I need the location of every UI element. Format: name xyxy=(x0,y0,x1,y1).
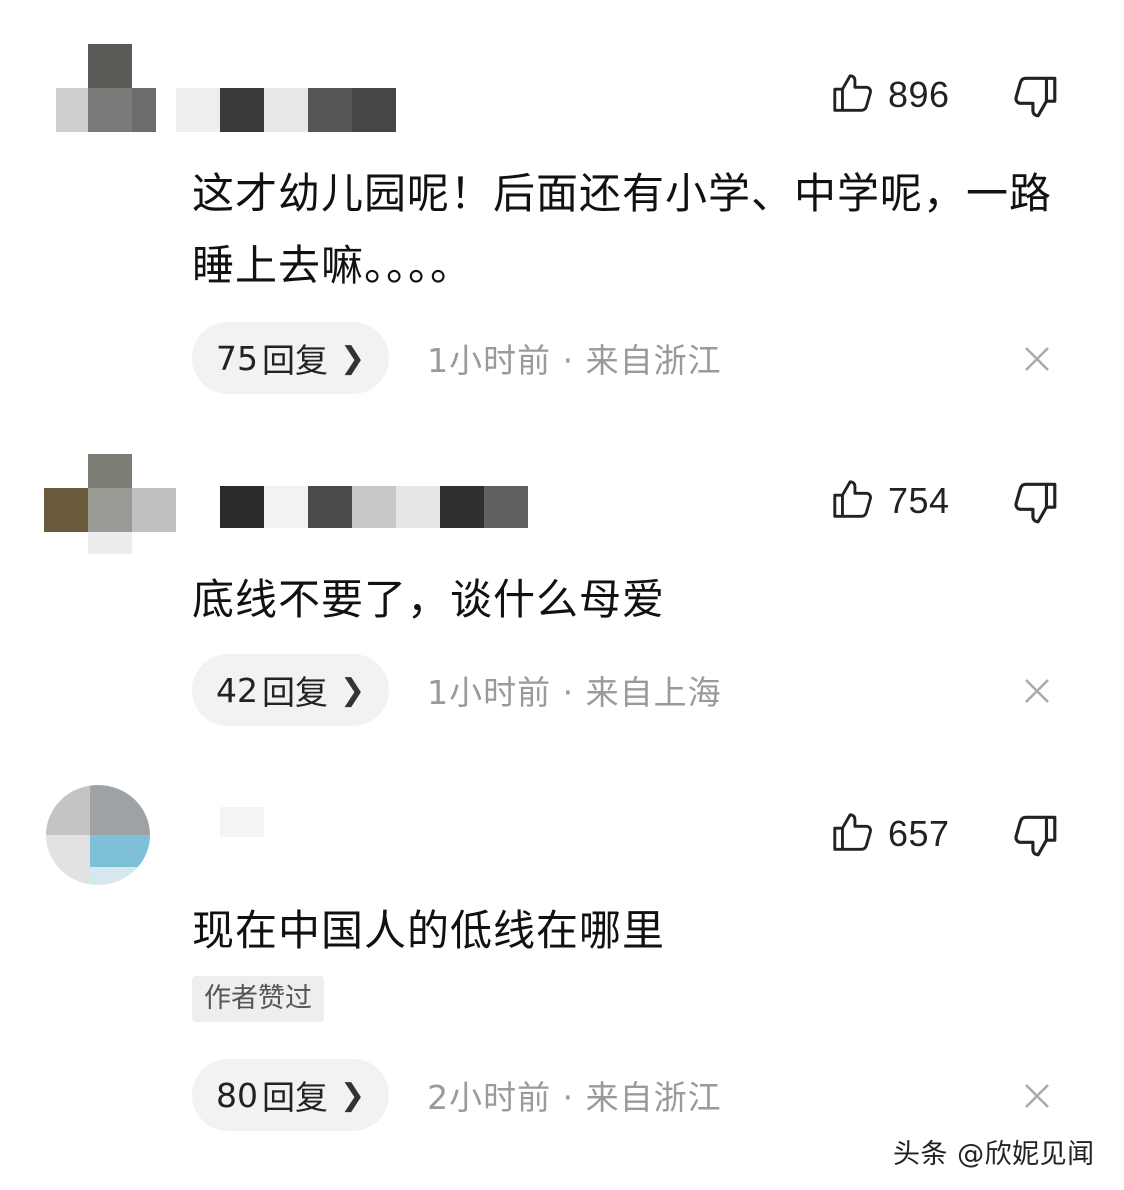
comment-location: 来自上海 xyxy=(585,673,722,712)
thumbs-up-icon xyxy=(830,476,876,526)
like-button[interactable]: 896 xyxy=(830,70,950,120)
comment-time: 2小时前 xyxy=(427,1078,552,1117)
replies-button[interactable]: 75 回复 ❯ xyxy=(192,322,390,394)
thumbs-up-icon xyxy=(830,70,876,120)
time-location: 1小时前 · 来自上海 xyxy=(427,666,722,714)
replies-count: 80 xyxy=(216,1075,258,1115)
chevron-right-icon: ❯ xyxy=(340,672,366,708)
dislike-button[interactable] xyxy=(1010,811,1060,861)
thumbs-down-icon xyxy=(1010,815,1060,865)
comment-time: 1小时前 xyxy=(427,341,552,380)
thumbs-up-icon xyxy=(830,809,876,859)
comment-meta: 42 回复 ❯ 1小时前 · 来自上海 xyxy=(192,654,722,726)
replies-label: 回复 xyxy=(262,1078,328,1117)
comment-meta: 75 回复 ❯ 1小时前 · 来自浙江 xyxy=(192,322,722,394)
close-icon xyxy=(1018,679,1056,714)
replies-count: 75 xyxy=(216,338,258,378)
like-button[interactable]: 657 xyxy=(830,809,950,859)
username-masked[interactable] xyxy=(176,88,396,132)
avatar[interactable] xyxy=(46,785,150,885)
username-masked[interactable] xyxy=(220,486,528,528)
comment-location: 来自浙江 xyxy=(585,341,722,380)
separator: · xyxy=(562,673,575,712)
username-masked[interactable] xyxy=(220,807,264,837)
author-liked-badge: 作者赞过 xyxy=(192,976,324,1022)
like-count: 657 xyxy=(888,813,950,854)
separator: · xyxy=(562,341,575,380)
watermark: 头条 @欣妮见闻 xyxy=(893,1139,1095,1170)
time-location: 2小时前 · 来自浙江 xyxy=(427,1071,722,1119)
avatar[interactable] xyxy=(44,454,176,554)
close-icon xyxy=(1018,1084,1056,1119)
replies-button[interactable]: 80 回复 ❯ xyxy=(192,1059,390,1131)
thumbs-down-icon xyxy=(1010,76,1060,126)
separator: · xyxy=(562,1078,575,1117)
chevron-right-icon: ❯ xyxy=(340,1077,366,1113)
replies-button[interactable]: 42 回复 ❯ xyxy=(192,654,390,726)
comment-text: 这才幼儿园呢！后面还有小学、中学呢，一路睡上去嘛。。。。 xyxy=(192,169,1053,290)
comment-text: 现在中国人的低线在哪里 xyxy=(192,906,666,955)
comment-text: 底线不要了，谈什么母爱 xyxy=(192,575,666,624)
replies-count: 42 xyxy=(216,670,258,710)
close-button[interactable] xyxy=(1018,1077,1056,1115)
comment-meta: 80 回复 ❯ 2小时前 · 来自浙江 xyxy=(192,1059,722,1131)
close-button[interactable] xyxy=(1018,340,1056,378)
time-location: 1小时前 · 来自浙江 xyxy=(427,334,722,382)
comment-location: 来自浙江 xyxy=(585,1078,722,1117)
dislike-button[interactable] xyxy=(1010,72,1060,122)
thumbs-down-icon xyxy=(1010,482,1060,532)
replies-label: 回复 xyxy=(262,673,328,712)
comment-time: 1小时前 xyxy=(427,673,552,712)
like-count: 754 xyxy=(888,480,950,521)
chevron-right-icon: ❯ xyxy=(340,340,366,376)
like-button[interactable]: 754 xyxy=(830,476,950,526)
dislike-button[interactable] xyxy=(1010,478,1060,528)
close-button[interactable] xyxy=(1018,672,1056,710)
like-count: 896 xyxy=(888,74,950,115)
close-icon xyxy=(1018,347,1056,382)
avatar[interactable] xyxy=(56,44,156,132)
replies-label: 回复 xyxy=(262,341,328,380)
